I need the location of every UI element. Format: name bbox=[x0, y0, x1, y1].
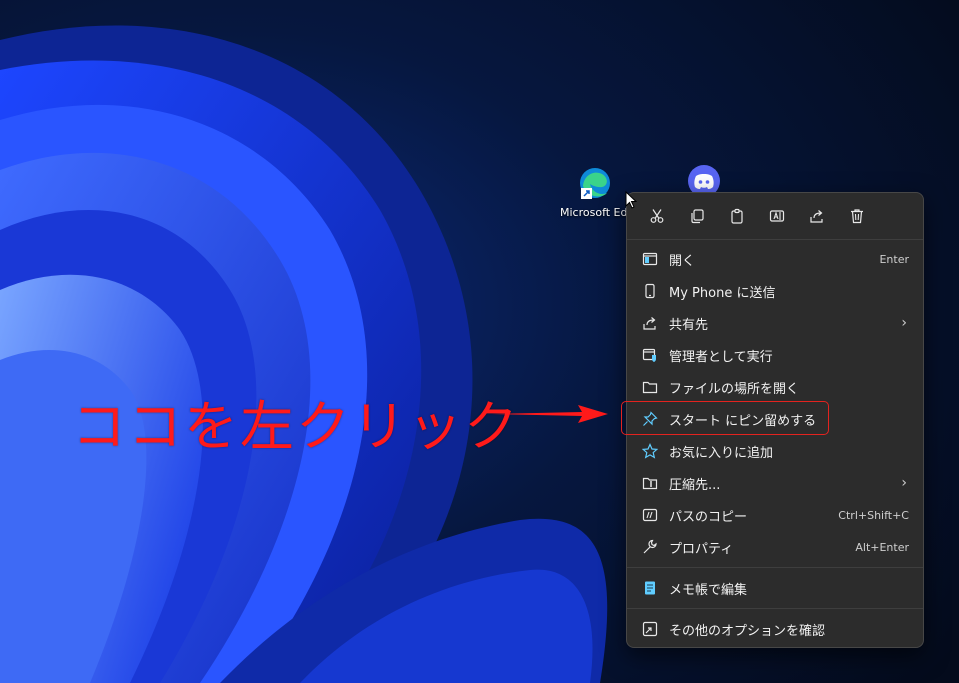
menu-item-label: 開く bbox=[669, 253, 696, 269]
scissors-icon bbox=[650, 209, 664, 223]
menu-item-share[interactable]: 共有先 › bbox=[627, 307, 923, 339]
menu-item-add-to-favorites[interactable]: お気に入りに追加 bbox=[627, 435, 923, 467]
menu-item-copy-path[interactable]: パスのコピー Ctrl+Shift+C bbox=[627, 499, 923, 531]
folder-icon bbox=[642, 381, 658, 394]
paste-button[interactable] bbox=[717, 203, 757, 229]
menu-item-edit-in-notepad[interactable]: メモ帳で編集 bbox=[627, 572, 923, 604]
annotation-highlight-box bbox=[621, 401, 829, 435]
menu-item-shortcut: Alt+Enter bbox=[855, 540, 909, 554]
cut-button[interactable] bbox=[637, 203, 677, 229]
notepad-icon bbox=[645, 581, 655, 595]
copy-button[interactable] bbox=[677, 203, 717, 229]
admin-shield-icon bbox=[642, 348, 656, 362]
annotation-label: ココを左クリック bbox=[72, 395, 520, 458]
menu-item-label: 管理者として実行 bbox=[669, 349, 773, 365]
mouse-cursor-icon bbox=[625, 191, 637, 209]
star-icon bbox=[642, 443, 658, 459]
menu-item-show-more-options[interactable]: その他のオプションを確認 bbox=[627, 613, 923, 645]
clipboard-icon bbox=[731, 208, 743, 224]
menu-item-run-as-admin[interactable]: 管理者として実行 bbox=[627, 339, 923, 371]
menu-item-compress-to[interactable]: 圧縮先... › bbox=[627, 467, 923, 499]
menu-item-label: お気に入りに追加 bbox=[669, 445, 774, 461]
menu-item-label: プロパティ bbox=[669, 541, 734, 557]
menu-item-label: ファイルの場所を開く bbox=[669, 381, 800, 397]
trash-icon bbox=[851, 209, 863, 224]
menu-item-properties[interactable]: プロパティ Alt+Enter bbox=[627, 531, 923, 563]
open-window-icon bbox=[642, 252, 658, 266]
share-quick-button[interactable] bbox=[797, 203, 837, 229]
menu-item-label: My Phone に送信 bbox=[669, 285, 776, 301]
menu-item-open[interactable]: 開く Enter bbox=[627, 243, 923, 275]
zip-folder-icon bbox=[642, 477, 658, 490]
menu-item-label: その他のオプションを確認 bbox=[669, 623, 826, 639]
menu-item-label: メモ帳で編集 bbox=[669, 582, 748, 598]
annotation-arrow-icon bbox=[492, 405, 608, 423]
rename-button[interactable] bbox=[757, 203, 797, 229]
menu-item-label: 圧縮先... bbox=[669, 477, 721, 493]
wrench-icon bbox=[643, 539, 657, 554]
desktop-shortcut-edge[interactable]: Microsoft Edge bbox=[560, 166, 630, 219]
menu-item-label: 共有先 bbox=[669, 317, 709, 333]
copy-icon bbox=[691, 209, 704, 224]
menu-item-shortcut: Enter bbox=[879, 252, 909, 266]
desktop-shortcut-label: Microsoft Edge bbox=[560, 206, 630, 219]
rename-icon bbox=[769, 210, 785, 222]
share-icon bbox=[643, 317, 656, 330]
chevron-right-icon: › bbox=[901, 475, 907, 491]
menu-item-shortcut: Ctrl+Shift+C bbox=[838, 508, 909, 522]
edge-icon bbox=[580, 168, 610, 199]
phone-icon bbox=[645, 283, 655, 299]
delete-button[interactable] bbox=[837, 203, 877, 229]
more-options-icon bbox=[642, 621, 658, 637]
menu-item-send-to-my-phone[interactable]: My Phone に送信 bbox=[627, 275, 923, 307]
chevron-right-icon: › bbox=[901, 315, 907, 331]
quick-actions-bar bbox=[627, 193, 923, 231]
menu-item-label: パスのコピー bbox=[669, 509, 748, 525]
path-copy-icon bbox=[642, 508, 658, 522]
share-icon bbox=[810, 210, 823, 223]
menu-item-open-file-location[interactable]: ファイルの場所を開く bbox=[627, 371, 923, 403]
